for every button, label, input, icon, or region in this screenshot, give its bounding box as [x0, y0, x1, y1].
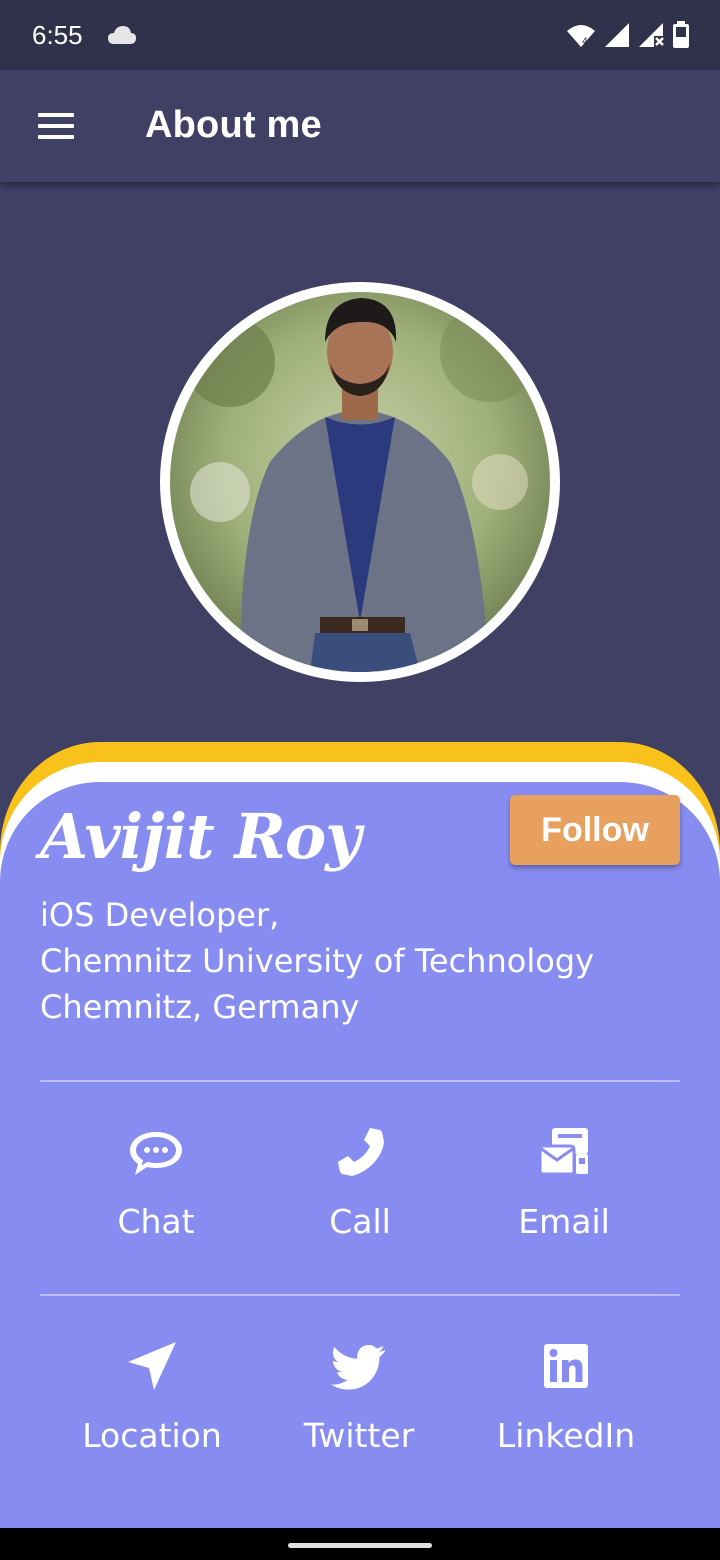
- app-bar: About me: [0, 70, 720, 182]
- phone-icon: [338, 1128, 384, 1176]
- battery-icon: [673, 21, 689, 48]
- status-time: 6:55: [32, 20, 83, 50]
- avatar-frame: [160, 282, 560, 682]
- chat-button[interactable]: Chat: [56, 1122, 256, 1241]
- email-icon: [538, 1128, 588, 1176]
- card-body: Avijit Roy Follow iOS Developer, Chemnit…: [0, 782, 720, 1528]
- page-title: About me: [145, 104, 322, 146]
- cloud-icon: [108, 26, 136, 44]
- profile-card: Avijit Roy Follow iOS Developer, Chemnit…: [0, 742, 720, 1528]
- chat-icon: [130, 1132, 182, 1175]
- home-gesture-handle[interactable]: [288, 1543, 432, 1548]
- twitter-button[interactable]: Twitter: [259, 1336, 459, 1455]
- bio-line-university: Chemnitz University of Technology: [40, 942, 595, 980]
- twitter-label: Twitter: [303, 1416, 415, 1455]
- signal-off-icon: [639, 23, 664, 47]
- twitter-icon: [331, 1345, 385, 1390]
- location-button[interactable]: Location: [52, 1336, 252, 1455]
- linkedin-icon: [544, 1344, 588, 1388]
- avatar: [170, 292, 550, 672]
- follow-button[interactable]: Follow: [510, 795, 680, 865]
- bio-line-location: Chemnitz, Germany: [40, 988, 360, 1026]
- svg-text:4: 4: [582, 37, 588, 47]
- bio-line-title: iOS Developer,: [40, 896, 280, 934]
- system-nav-bar: [0, 1528, 720, 1560]
- signal-icon: [605, 23, 629, 47]
- divider: [40, 1294, 680, 1296]
- linkedin-button[interactable]: LinkedIn: [466, 1336, 666, 1455]
- profile-bio: iOS Developer, Chemnitz University of Te…: [40, 892, 594, 1030]
- divider: [40, 1080, 680, 1082]
- call-button[interactable]: Call: [260, 1122, 460, 1241]
- email-button[interactable]: Email: [464, 1122, 664, 1241]
- profile-name: Avijit Roy: [40, 800, 361, 873]
- linkedin-label: LinkedIn: [496, 1416, 636, 1455]
- status-bar: 6:55 4: [0, 0, 720, 70]
- call-label: Call: [329, 1202, 391, 1241]
- location-label: Location: [82, 1416, 222, 1455]
- social-actions-row: Location Twitter LinkedIn: [0, 1336, 720, 1476]
- email-label: Email: [518, 1202, 610, 1241]
- location-icon: [128, 1342, 176, 1390]
- contact-actions-row: Chat Call Email: [0, 1122, 720, 1262]
- chat-label: Chat: [117, 1202, 195, 1241]
- menu-icon[interactable]: [38, 113, 74, 139]
- wifi-icon: 4: [567, 25, 595, 47]
